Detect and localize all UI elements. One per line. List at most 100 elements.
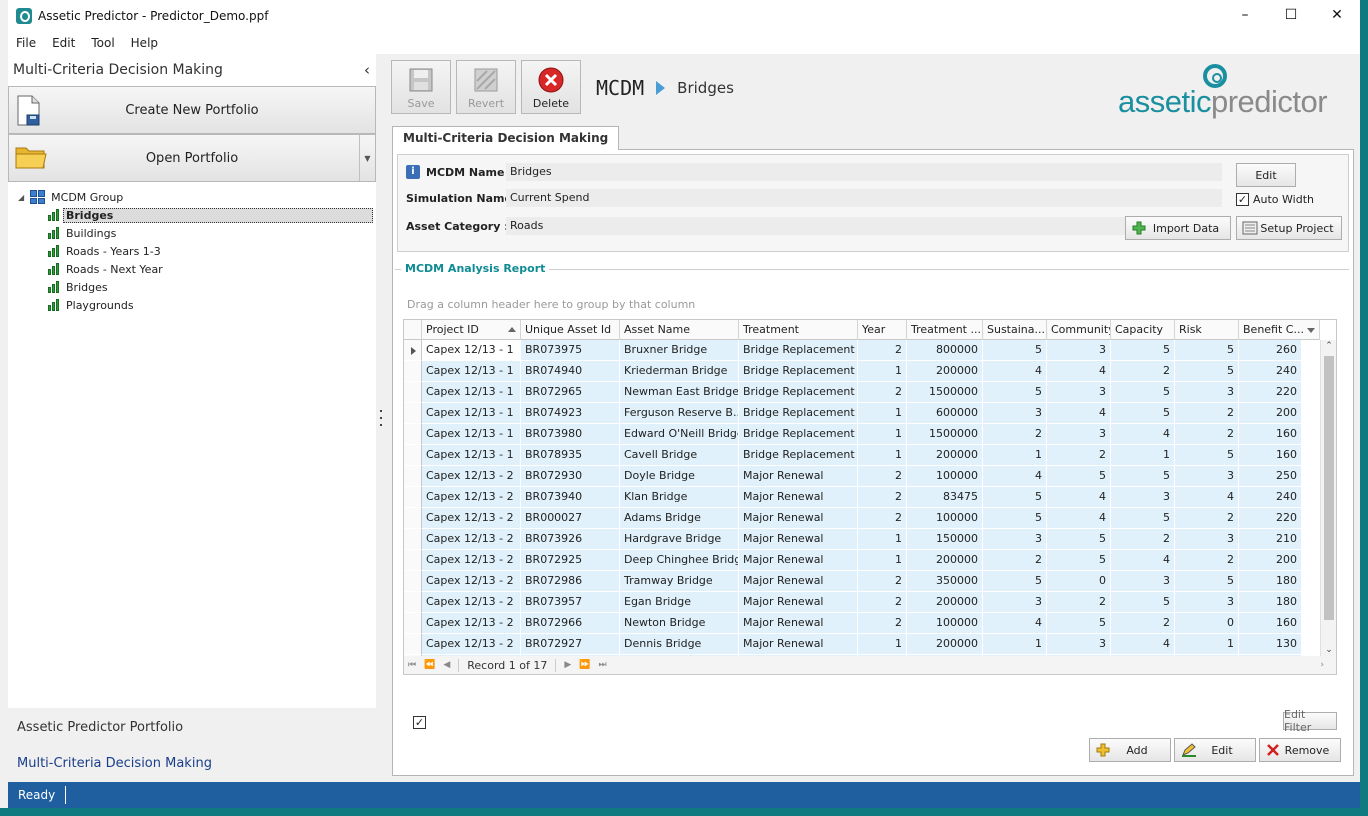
menu-help[interactable]: Help [123, 36, 166, 50]
table-cell[interactable]: 160 [1239, 445, 1302, 466]
group-by-hint[interactable]: Drag a column header here to group by th… [407, 298, 695, 311]
table-cell[interactable]: 2 [1111, 361, 1175, 382]
table-cell[interactable]: 1 [858, 634, 907, 655]
filter-checkbox[interactable]: ✓ [413, 716, 426, 729]
table-cell[interactable]: 3 [1047, 424, 1111, 445]
minimize-button[interactable]: – [1222, 0, 1268, 30]
add-row-button[interactable]: Add [1089, 738, 1171, 762]
table-cell[interactable]: Edward O'Neill Bridge [620, 424, 739, 445]
table-cell[interactable]: Capex 12/13 - 2 [422, 571, 521, 592]
table-cell[interactable]: Cavell Bridge [620, 445, 739, 466]
table-cell[interactable]: 5 [1175, 361, 1239, 382]
tree-item-playgrounds[interactable]: Playgrounds [8, 296, 376, 314]
table-cell[interactable]: 200000 [907, 361, 983, 382]
table-cell[interactable]: 160 [1239, 613, 1302, 634]
row-indicator[interactable] [404, 445, 422, 466]
table-cell[interactable]: BR072927 [521, 634, 620, 655]
table-cell[interactable]: 5 [983, 487, 1047, 508]
table-cell[interactable]: 800000 [907, 340, 983, 361]
table-cell[interactable]: 0 [1175, 613, 1239, 634]
table-cell[interactable]: Newman East Bridge [620, 382, 739, 403]
nav-mcdm-link[interactable]: Multi-Criteria Decision Making [17, 756, 212, 771]
table-cell[interactable]: Capex 12/13 - 2 [422, 613, 521, 634]
table-row[interactable]: Capex 12/13 - 2 BR073940 Klan Bridge Major … [404, 487, 1322, 508]
table-cell[interactable]: 200 [1239, 550, 1302, 571]
table-row[interactable]: Capex 12/13 - 2 BR072925 Deep Chinghee Bri… [404, 550, 1322, 571]
table-cell[interactable]: Capex 12/13 - 2 [422, 466, 521, 487]
create-portfolio-button[interactable]: Create New Portfolio [8, 86, 376, 134]
table-cell[interactable]: 3 [1175, 529, 1239, 550]
table-cell[interactable]: 2 [1175, 424, 1239, 445]
table-row[interactable]: Capex 12/13 - 2 BR000027 Adams Bridge Major… [404, 508, 1322, 529]
collapse-chevron-icon[interactable]: ‹ [364, 61, 370, 79]
table-cell[interactable]: Major Renewal [739, 592, 858, 613]
table-cell[interactable]: 3 [1111, 571, 1175, 592]
nav-portfolio-link[interactable]: Assetic Predictor Portfolio [17, 720, 183, 735]
table-cell[interactable]: 4 [1175, 487, 1239, 508]
column-header[interactable]: Risk [1175, 320, 1239, 340]
table-cell[interactable]: 3 [1175, 592, 1239, 613]
row-indicator[interactable] [404, 571, 422, 592]
table-cell[interactable]: 5 [983, 571, 1047, 592]
table-cell[interactable]: 2 [858, 487, 907, 508]
table-row[interactable]: Capex 12/13 - 1 BR073975 Bruxner Bridge Bri… [404, 340, 1322, 361]
table-cell[interactable]: 5 [1175, 445, 1239, 466]
table-cell[interactable]: 210 [1239, 529, 1302, 550]
scroll-right-icon[interactable]: › [1316, 660, 1328, 670]
table-cell[interactable]: 5 [1111, 340, 1175, 361]
table-cell[interactable]: Capex 12/13 - 1 [422, 424, 521, 445]
table-cell[interactable]: 200 [1239, 403, 1302, 424]
table-cell[interactable]: 5 [1047, 613, 1111, 634]
table-cell[interactable]: 4 [983, 361, 1047, 382]
table-cell[interactable]: 2 [858, 382, 907, 403]
table-cell[interactable]: BR072965 [521, 382, 620, 403]
import-data-button[interactable]: Import Data [1125, 216, 1231, 240]
table-cell[interactable]: 250 [1239, 466, 1302, 487]
row-indicator[interactable] [404, 634, 422, 655]
tree-group[interactable]: ◢ MCDM Group [8, 188, 376, 206]
table-cell[interactable]: 5 [1047, 529, 1111, 550]
table-cell[interactable]: 4 [1047, 361, 1111, 382]
table-cell[interactable]: Major Renewal [739, 487, 858, 508]
table-cell[interactable]: 1500000 [907, 382, 983, 403]
column-header[interactable]: Year [858, 320, 907, 340]
prev-record-icon[interactable]: ◀ [439, 660, 454, 670]
table-cell[interactable]: 5 [1111, 466, 1175, 487]
tree-item-roads-next-year[interactable]: Roads - Next Year [8, 260, 376, 278]
table-cell[interactable]: Bridge Replacement [739, 403, 858, 424]
table-cell[interactable]: 3 [1047, 382, 1111, 403]
table-cell[interactable]: Capex 12/13 - 1 [422, 403, 521, 424]
table-cell[interactable]: 1 [858, 424, 907, 445]
table-cell[interactable]: 1 [1175, 634, 1239, 655]
table-cell[interactable]: 4 [983, 466, 1047, 487]
table-cell[interactable]: 5 [1111, 382, 1175, 403]
table-cell[interactable]: Capex 12/13 - 2 [422, 592, 521, 613]
table-cell[interactable]: 350000 [907, 571, 983, 592]
table-cell[interactable]: 200000 [907, 550, 983, 571]
table-row[interactable]: Capex 12/13 - 1 BR074940 Kriederman Bridge… [404, 361, 1322, 382]
table-cell[interactable]: 2 [1111, 613, 1175, 634]
row-indicator[interactable] [404, 424, 422, 445]
table-cell[interactable]: Capex 12/13 - 1 [422, 340, 521, 361]
row-indicator[interactable] [404, 361, 422, 382]
table-cell[interactable]: 4 [1047, 403, 1111, 424]
table-cell[interactable]: BR072986 [521, 571, 620, 592]
table-cell[interactable]: Capex 12/13 - 2 [422, 487, 521, 508]
tree-item-bridges-2[interactable]: Bridges [8, 278, 376, 296]
next-page-icon[interactable]: ⏩ [575, 660, 594, 670]
table-cell[interactable]: Newton Bridge [620, 613, 739, 634]
column-header[interactable]: Sustaina... [983, 320, 1047, 340]
table-row[interactable]: Capex 12/13 - 2 BR073957 Egan Bridge Major … [404, 592, 1322, 613]
row-indicator[interactable] [404, 382, 422, 403]
table-cell[interactable]: Deep Chinghee Bridge [620, 550, 739, 571]
table-cell[interactable]: 4 [1111, 424, 1175, 445]
table-cell[interactable]: Dennis Bridge [620, 634, 739, 655]
table-cell[interactable]: 240 [1239, 361, 1302, 382]
save-button[interactable]: Save [391, 60, 451, 114]
table-cell[interactable]: 3 [983, 403, 1047, 424]
table-cell[interactable]: 180 [1239, 571, 1302, 592]
table-cell[interactable]: 3 [1175, 466, 1239, 487]
table-cell[interactable]: 1 [858, 550, 907, 571]
table-cell[interactable]: Capex 12/13 - 2 [422, 550, 521, 571]
table-cell[interactable]: 5 [1111, 403, 1175, 424]
